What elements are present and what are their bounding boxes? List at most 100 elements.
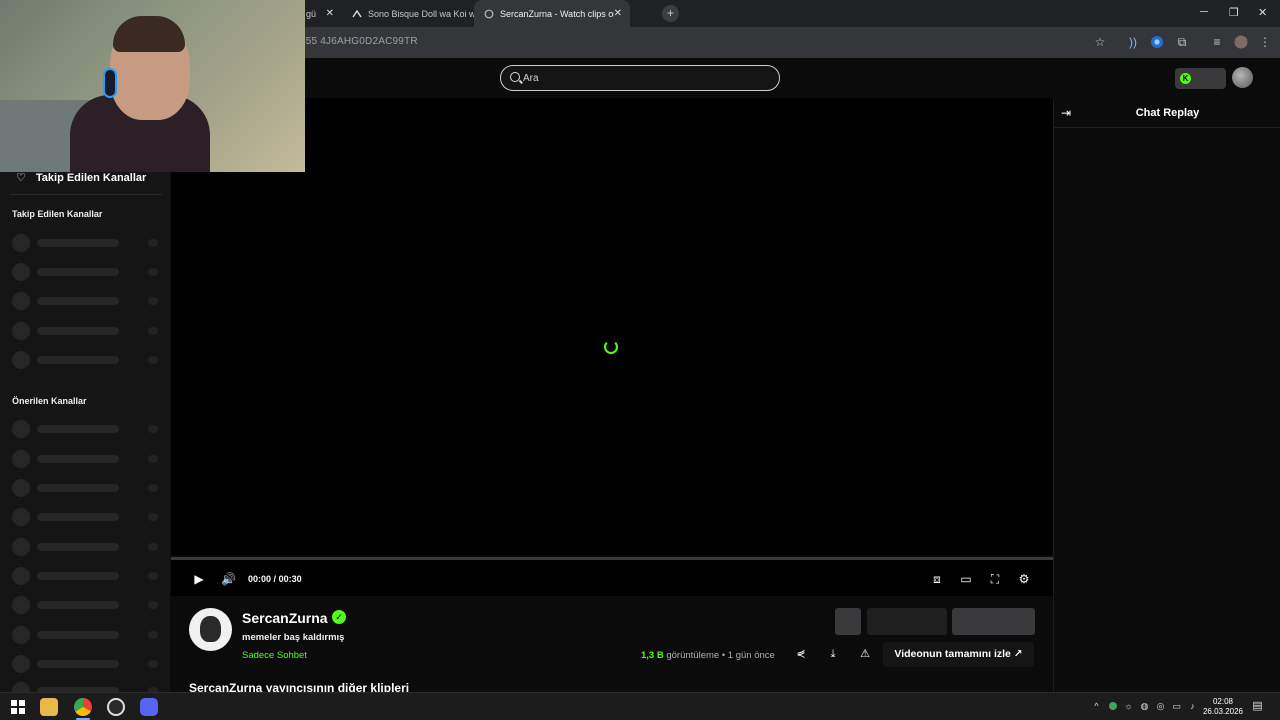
theater-mode-icon[interactable]: ▭ [959, 572, 973, 586]
sidebar-skeleton-item [12, 567, 160, 585]
tab-title: SercanZurna - Watch clips on K [500, 8, 614, 19]
channel-name[interactable]: SercanZurna [242, 610, 328, 626]
minimize-icon[interactable]: ─ [1200, 6, 1208, 18]
sidebar-skeleton-item [12, 263, 160, 281]
browser-tab-active[interactable]: SercanZurna - Watch clips on K ✕ [474, 0, 630, 27]
chat-header: ⇥ Chat Replay [1054, 98, 1280, 128]
sidebar: ♡ Takip Edilen Kanallar Takip Edilen Kan… [0, 98, 170, 700]
download-icon[interactable]: ⤓ [826, 647, 840, 661]
taskbar: ^ ☼ ◍ ◎ ▭ ♪ 02:08 26.03.2026 ▤ [0, 692, 1280, 720]
speaker-icon[interactable]: ♪ [1187, 701, 1198, 712]
file-explorer-icon[interactable] [40, 698, 58, 716]
tab-title: gü [306, 8, 317, 19]
sidebar-skeleton-item [12, 596, 160, 614]
windows-start-icon[interactable] [9, 698, 27, 716]
address-bar[interactable]: 455 4J6AHG0D2AC99TR [300, 36, 418, 47]
tab-title: Sono Bisque Doll wa Koi wo Su [368, 8, 476, 19]
profile-icon[interactable] [1234, 35, 1248, 49]
search-icon [510, 72, 520, 82]
verified-check-icon: ✓ [332, 610, 346, 624]
tab-loading-icon [484, 9, 494, 18]
clip-age: 1 gün önce [727, 650, 775, 661]
tray-app-icon[interactable]: ◍ [1139, 701, 1150, 712]
skeleton-button [952, 608, 1035, 635]
avatar[interactable] [1232, 67, 1253, 88]
tray-app-icon[interactable]: ◎ [1155, 701, 1166, 712]
watch-full-label: Videonun tamamını izle [894, 648, 1011, 660]
sidebar-skeleton-item [12, 351, 160, 369]
cast-icon[interactable]: )) [1126, 35, 1140, 49]
sidebar-skeleton-item [12, 234, 160, 252]
current-time: 00:00 [248, 574, 272, 584]
playlist-icon[interactable]: ≡ [1210, 35, 1224, 49]
sidebar-skeleton-item [12, 626, 160, 644]
search-box[interactable] [500, 65, 780, 91]
clip-title: memeler baş kaldırmış [242, 632, 345, 643]
menu-icon[interactable]: ⋮ [1258, 35, 1272, 49]
divider [10, 194, 162, 195]
sidebar-skeleton-item [12, 479, 160, 497]
discord-icon[interactable] [140, 698, 158, 716]
meta-separator: • [721, 650, 726, 661]
volume-icon[interactable]: 🔊 [221, 572, 236, 586]
headphone-icon [103, 68, 117, 98]
sidebar-section-recommended: Önerilen Kanallar [12, 396, 87, 406]
pip-icon[interactable]: ⧈ [930, 572, 944, 586]
webcam-overlay [0, 0, 305, 172]
time-display: 00:00 / 00:30 [248, 574, 302, 584]
sidebar-followed-title: Takip Edilen Kanallar [35, 171, 147, 184]
heart-icon: ♡ [16, 172, 26, 184]
channel-avatar[interactable] [189, 608, 232, 651]
chat-mode-label: Sadece Sohbet [242, 650, 307, 661]
watch-full-video-button[interactable]: Videonun tamamını izle ↗ [883, 642, 1034, 667]
chat-title: Chat Replay [1135, 107, 1200, 119]
steam-icon[interactable]: ☼ [1123, 701, 1134, 712]
play-icon[interactable]: ▶ [192, 572, 206, 586]
sidebar-skeleton-item [12, 322, 160, 340]
report-icon[interactable]: ⚠ [858, 647, 872, 661]
clip-info: SercanZurna ✓ memeler baş kaldırmış Sade… [171, 596, 1053, 695]
fullscreen-icon[interactable]: ⛶ [988, 572, 1002, 586]
skeleton-button [867, 608, 947, 635]
tab-favicon-icon [352, 9, 362, 17]
close-icon[interactable]: ✕ [614, 8, 622, 19]
clock-date: 26.03.2026 [1202, 707, 1244, 716]
star-icon[interactable]: ☆ [1093, 35, 1107, 49]
loading-spinner-icon [604, 340, 618, 354]
account-button[interactable]: K [1175, 68, 1226, 89]
share-icon[interactable]: ⋞ [794, 647, 808, 661]
taskbar-clock[interactable]: 02:08 26.03.2026 [1200, 697, 1246, 717]
sidebar-skeleton-item [12, 450, 160, 468]
duration: 00:30 [278, 574, 302, 584]
puzzle-icon[interactable]: ⧉ [1175, 35, 1189, 49]
sidebar-skeleton-item [12, 420, 160, 438]
sidebar-followed-header[interactable]: ♡ Takip Edilen Kanallar [16, 171, 147, 185]
view-label: görüntüleme [666, 650, 720, 661]
close-icon[interactable]: ✕ [326, 8, 334, 19]
search-input[interactable] [523, 70, 763, 86]
browser-tab[interactable]: Sono Bisque Doll wa Koi wo Su [342, 0, 476, 27]
kick-logo-icon: K [1180, 73, 1191, 84]
new-tab-button[interactable]: + [662, 5, 679, 22]
chrome-icon[interactable] [74, 698, 92, 716]
sidebar-skeleton-item [12, 655, 160, 673]
notification-icon[interactable]: ▤ [1252, 701, 1263, 712]
chat-panel: ⇥ Chat Replay [1053, 98, 1280, 692]
tray-status-icon[interactable] [1107, 701, 1118, 712]
clip-meta: 1,3 B görüntüleme • 1 gün önce [641, 650, 775, 661]
clock-time: 02:08 [1212, 697, 1234, 706]
close-window-icon[interactable]: ✕ [1258, 6, 1267, 19]
extension-icon[interactable] [1150, 35, 1164, 49]
sidebar-skeleton-item [12, 508, 160, 526]
player-controls: ▶ 🔊 00:00 / 00:30 ⧈ ▭ ⛶ ⚙ [171, 560, 1053, 596]
chevron-up-icon[interactable]: ^ [1091, 701, 1102, 712]
network-icon[interactable]: ▭ [1171, 701, 1182, 712]
settings-icon[interactable]: ⚙ [1017, 572, 1031, 586]
external-link-icon: ↗ [1013, 648, 1023, 660]
time-separator: / [273, 574, 277, 584]
sidebar-section-followed: Takip Edilen Kanallar [12, 209, 103, 219]
obs-icon[interactable] [107, 698, 125, 716]
restore-icon[interactable]: ❐ [1229, 6, 1239, 19]
sidebar-skeleton-item [12, 538, 160, 556]
sidebar-skeleton-item [12, 292, 160, 310]
